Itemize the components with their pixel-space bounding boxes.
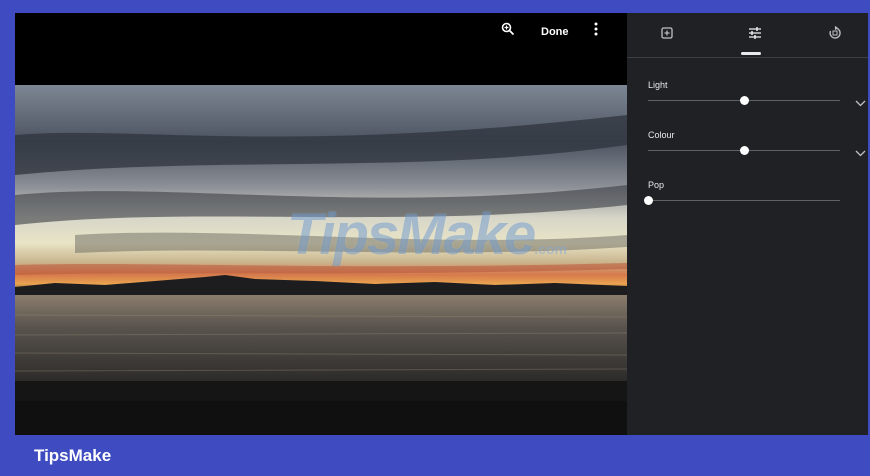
crop-icon[interactable] [657, 23, 677, 43]
chevron-down-icon[interactable] [855, 144, 866, 162]
photo-bottom-strip [15, 401, 627, 435]
tune-icon[interactable] [745, 23, 765, 43]
zoom-in-icon[interactable] [501, 22, 515, 39]
watermark: TipsMake.com [287, 201, 567, 268]
chevron-down-icon[interactable] [855, 94, 866, 112]
done-button[interactable]: Done [541, 26, 569, 38]
watermark-text: TipsMake [287, 202, 536, 267]
more-vert-icon[interactable] [593, 22, 599, 39]
photo-editor: Done TipsMake.com Light Colour Pop [15, 13, 868, 435]
pop-label: Pop [648, 180, 665, 190]
photo-toolbar: Done [15, 13, 627, 53]
sunset-photo[interactable]: TipsMake.com [15, 85, 627, 401]
watermark-suffix: .com [534, 241, 567, 257]
active-tab-indicator [741, 52, 761, 55]
colour-label: Colour [648, 130, 675, 140]
pop-slider-thumb[interactable] [643, 196, 653, 205]
brand-label: TipsMake [34, 446, 112, 465]
colour-slider-thumb[interactable] [739, 146, 749, 155]
adjust-panel: Light Colour Pop [627, 13, 868, 435]
edit-tabs [627, 13, 868, 58]
pop-slider-track[interactable] [648, 200, 840, 201]
photo-pane: Done TipsMake.com [15, 13, 627, 435]
rotate-icon[interactable] [825, 23, 845, 43]
light-slider-thumb[interactable] [739, 96, 749, 105]
light-label: Light [648, 80, 668, 90]
